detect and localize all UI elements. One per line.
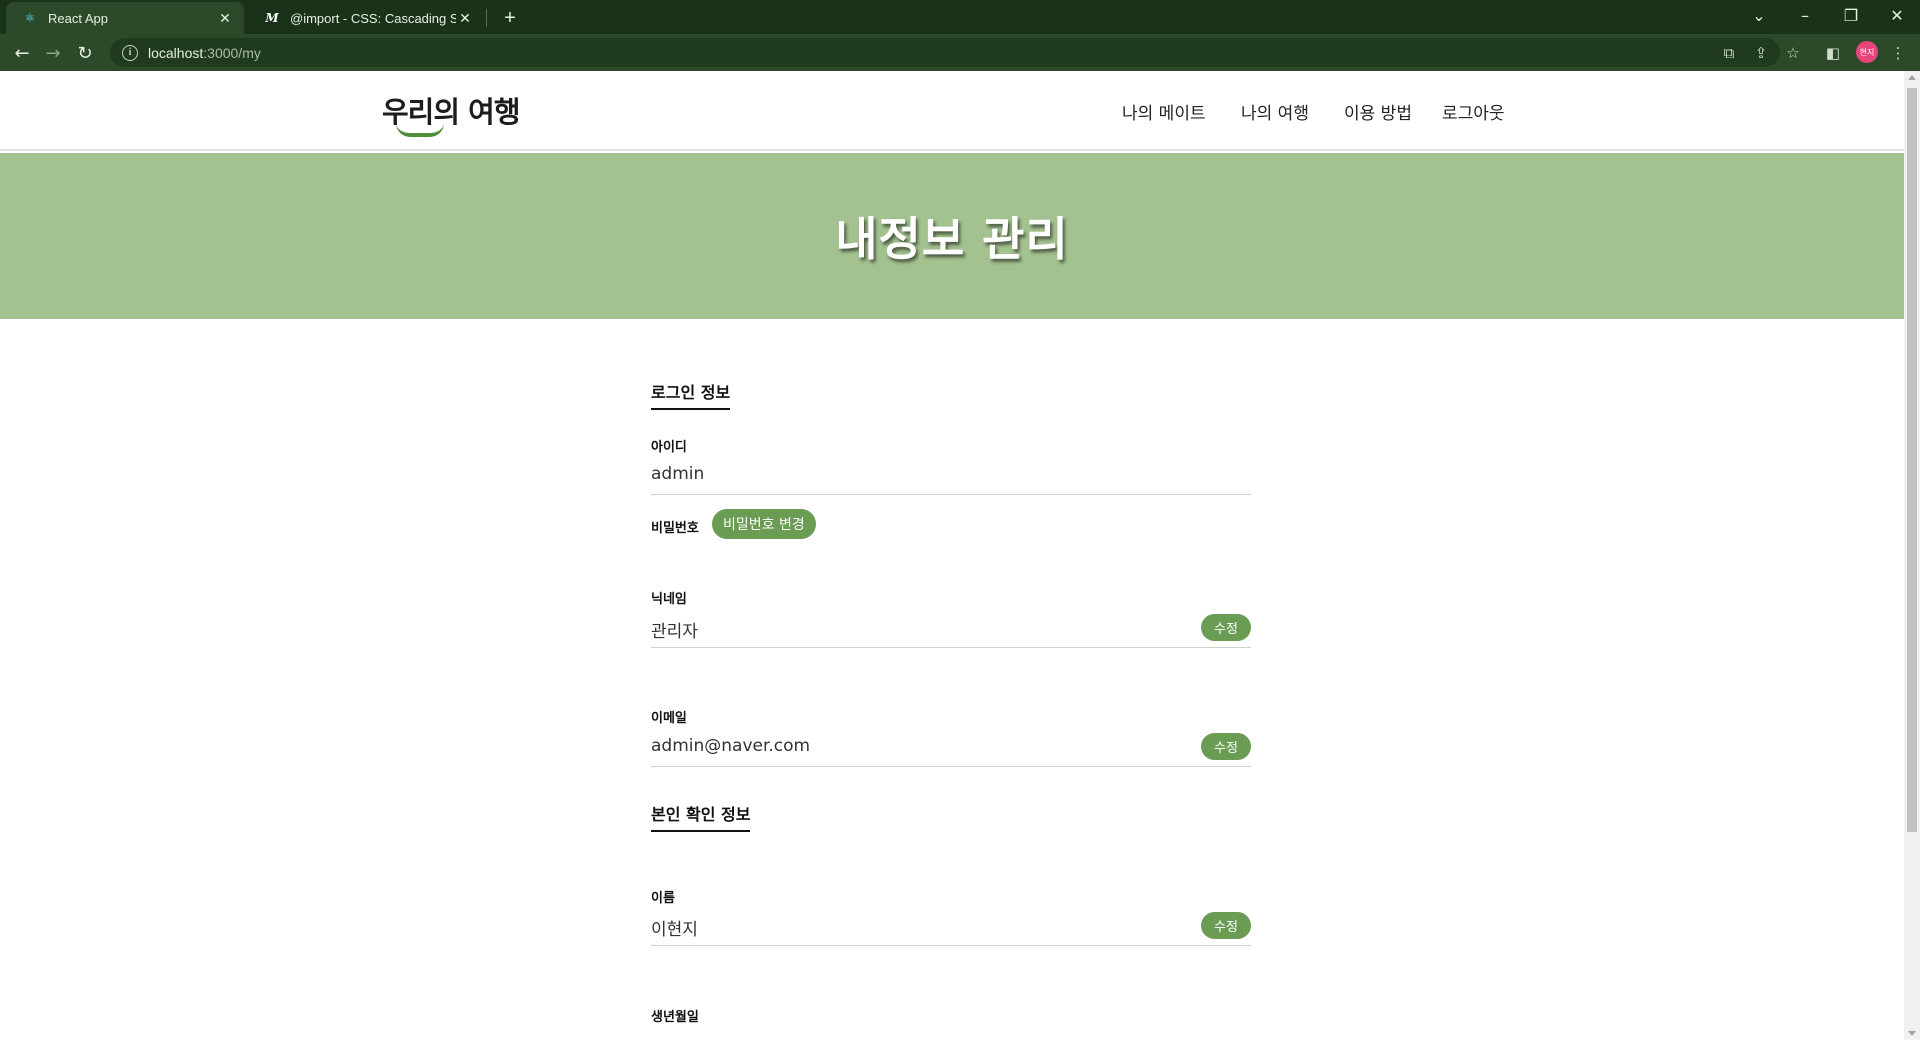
identity-section-title: 본인 확인 정보 <box>651 801 751 832</box>
tab-separator <box>486 9 487 27</box>
edit-nickname-button[interactable]: 수정 <box>1201 614 1251 641</box>
site-logo[interactable]: 우리의 여행 <box>382 89 520 137</box>
menu-kebab-icon[interactable]: ⋮ <box>1888 43 1908 63</box>
tab-title: @import - CSS: Cascading Style <box>290 10 456 26</box>
page-viewport: 우리의 여행 나의 메이트 나의 여행 이용 방법 로그아웃 내정보 관리 로그… <box>0 71 1904 1040</box>
back-arrow-icon[interactable]: ← <box>9 40 35 66</box>
new-tab-plus-icon[interactable]: + <box>497 5 523 31</box>
url-path: :3000/my <box>203 44 261 61</box>
scroll-up-arrow-icon[interactable] <box>1908 75 1916 80</box>
tab-title: React App <box>48 10 108 26</box>
name-label: 이름 <box>651 891 675 906</box>
bookmark-star-icon[interactable]: ☆ <box>1783 43 1803 63</box>
edit-email-button[interactable]: 수정 <box>1201 733 1251 760</box>
birthday-label: 생년월일 <box>651 1010 699 1025</box>
tab-mdn-import[interactable]: M @import - CSS: Cascading Style ✕ <box>248 2 484 34</box>
address-bar[interactable]: i localhost:3000/my <box>110 38 1780 67</box>
id-value: admin <box>651 464 705 484</box>
nickname-field: 관리자 수정 <box>651 608 1251 648</box>
site-info-icon[interactable]: i <box>122 44 138 61</box>
site-header: 우리의 여행 나의 메이트 나의 여행 이용 방법 로그아웃 <box>0 71 1904 151</box>
forward-arrow-icon[interactable]: → <box>40 40 66 66</box>
close-icon[interactable]: ✕ <box>456 9 474 27</box>
edit-name-button[interactable]: 수정 <box>1201 912 1251 939</box>
browser-toolbar: ← → ↻ i localhost:3000/my ⧉ ⇪ ☆ ◧ ⋮ <box>0 34 1920 71</box>
mdn-icon: M <box>265 11 279 25</box>
nickname-label: 닉네임 <box>651 592 687 607</box>
nickname-value: 관리자 <box>651 622 698 642</box>
nav-how-to-use[interactable]: 이용 방법 <box>1344 99 1412 124</box>
close-icon[interactable]: ✕ <box>216 9 234 27</box>
react-icon: ⚛ <box>24 11 36 25</box>
restore-icon[interactable]: ❐ <box>1828 0 1874 30</box>
side-panel-icon[interactable]: ◧ <box>1823 43 1843 63</box>
url-host: localhost <box>148 44 204 61</box>
page-scrollbar[interactable] <box>1904 71 1920 1040</box>
login-section-title: 로그인 정보 <box>651 379 731 410</box>
profile-avatar[interactable]: 현지 <box>1856 41 1878 63</box>
tab-search-chevron-icon[interactable]: ⌄ <box>1736 0 1782 30</box>
nav-my-trip[interactable]: 나의 여행 <box>1241 99 1309 124</box>
page-title: 내정보 관리 <box>835 212 1069 266</box>
password-label: 비밀번호 <box>651 521 699 536</box>
browser-tab-strip: ⚛ React App ✕ M @import - CSS: Cascading… <box>0 0 1920 34</box>
translate-icon[interactable]: ⧉ <box>1719 43 1739 63</box>
change-password-button[interactable]: 비밀번호 변경 <box>712 509 816 539</box>
nav-my-mate[interactable]: 나의 메이트 <box>1122 99 1206 124</box>
logo-smile-icon <box>396 123 444 137</box>
email-field: admin@naver.com 수정 <box>651 727 1251 767</box>
email-label: 이메일 <box>651 711 687 726</box>
tab-react-app[interactable]: ⚛ React App ✕ <box>6 2 244 34</box>
name-value: 이현지 <box>651 920 698 940</box>
window-close-icon[interactable]: ✕ <box>1874 0 1920 30</box>
email-value: admin@naver.com <box>651 736 811 756</box>
name-field: 이현지 수정 <box>651 906 1251 946</box>
scrollbar-thumb[interactable] <box>1907 88 1917 832</box>
nav-logout[interactable]: 로그아웃 <box>1442 99 1505 124</box>
share-icon[interactable]: ⇪ <box>1751 43 1771 63</box>
id-field: admin <box>651 455 1251 495</box>
page-hero-banner: 내정보 관리 <box>0 153 1904 319</box>
reload-icon[interactable]: ↻ <box>72 40 98 66</box>
scroll-down-arrow-icon[interactable] <box>1908 1031 1916 1036</box>
minimize-icon[interactable]: – <box>1782 0 1828 30</box>
id-label: 아이디 <box>651 440 687 455</box>
